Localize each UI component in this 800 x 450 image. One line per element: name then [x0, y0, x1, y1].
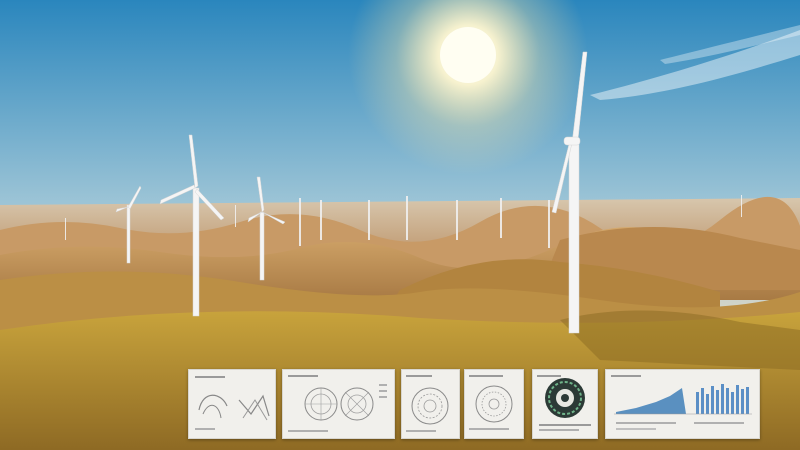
diagram-card-6 — [605, 369, 760, 439]
wind-farm-scene — [0, 0, 800, 450]
diagram-card-3 — [401, 369, 460, 439]
diagram-card-2 — [282, 369, 395, 439]
radial-diagram-icon — [406, 375, 449, 432]
diagram-card-5 — [532, 369, 598, 439]
diagram-card-1 — [188, 369, 276, 439]
diagram-cards-strip — [0, 0, 800, 450]
sketch-diagram-icon — [195, 376, 270, 430]
bar-chart-icon — [611, 375, 752, 430]
radial-diagram-icon — [469, 375, 513, 430]
circular-diagram-pair-icon — [288, 375, 387, 432]
ring-diagram-icon — [537, 375, 591, 431]
diagram-card-4 — [464, 369, 524, 439]
